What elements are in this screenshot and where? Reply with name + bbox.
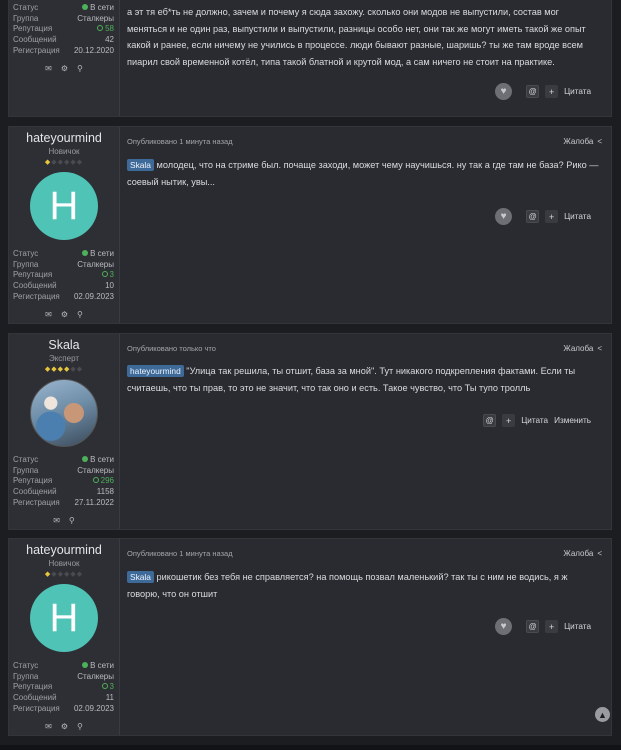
share-icon[interactable]: < [597, 344, 602, 353]
author-name[interactable]: hateyourmind [9, 543, 119, 557]
post-content: Опубликовано 1 минута назад Жалоба < Skal… [121, 539, 611, 735]
heart-icon[interactable]: ♥ [495, 208, 513, 225]
post-text: а эт тя еб*ть не должно, зачем и почему … [127, 7, 586, 67]
forum-post: hateyourmind Новичок ◆◆◆◆◆◆ H Статус В се… [8, 126, 612, 324]
post-content: а эт тя еб*ть не должно, зачем и почему … [121, 0, 611, 116]
author-rank: Эксперт [48, 354, 80, 363]
plus-icon[interactable]: + [545, 210, 559, 223]
gear-icon[interactable]: ⚙ [61, 722, 68, 731]
author-stats: Статус В сети Группа Сталкеры Репутация 3 С… [13, 249, 114, 301]
message-icon[interactable]: ✉ [45, 722, 52, 731]
gear-icon[interactable]: ⚙ [61, 310, 68, 319]
quote-button[interactable]: Цитата [564, 212, 591, 221]
search-icon[interactable]: ⚲ [77, 64, 83, 73]
post-date: Опубликовано только что [127, 344, 216, 353]
forum-post: hateyourmind Новичок ◆◆◆◆◆◆ H Статус В се… [8, 538, 612, 736]
avatar[interactable]: H [30, 172, 98, 240]
post-actions: ♥ @ + Цитата [495, 83, 591, 100]
mention-button[interactable]: @ [526, 210, 540, 223]
message-icon[interactable]: ✉ [45, 64, 52, 73]
edit-button[interactable]: Изменить [554, 416, 591, 425]
share-icon[interactable]: < [597, 549, 602, 558]
mention-tag[interactable]: hateyourmind [127, 365, 184, 377]
message-icon[interactable]: ✉ [45, 310, 52, 319]
reputation-icon [101, 683, 108, 690]
author-panel: Skala Эксперт ◆◆◆◆◆◆ Статус В сети Группа… [9, 334, 120, 529]
reputation-icon [92, 477, 99, 484]
author-rank: Новичок [48, 147, 80, 156]
post-text: hateyourmind "Улица так решила, ты отшит… [127, 365, 576, 393]
author-panel: hateyourmind Новичок ◆◆◆◆◆◆ H Статус В се… [9, 539, 120, 735]
report-button[interactable]: Жалоба < [563, 549, 602, 558]
author-stats: Статус В сети Группа Сталкеры Репутация 296… [13, 455, 114, 507]
post-content: Опубликовано только что Жалоба < hateyour… [121, 334, 611, 529]
post-text: Skala рикошетик без тебя не справляется?… [127, 571, 568, 599]
quote-button[interactable]: Цитата [521, 416, 548, 425]
post-date: Опубликовано 1 минута назад [127, 137, 233, 146]
rank-pips: ◆◆◆◆◆◆ [44, 366, 84, 373]
author-rank: Новичок [48, 559, 80, 568]
post-actions: ♥ @ + Цитата [495, 208, 591, 225]
plus-icon[interactable]: + [545, 85, 559, 98]
reputation-icon [97, 25, 104, 32]
search-icon[interactable]: ⚲ [77, 722, 83, 731]
forum-post: Статус В сети Группа Сталкеры Репутация 58 … [8, 0, 612, 117]
rank-pips: ◆◆◆◆◆◆ [44, 571, 84, 578]
bottom-bar [0, 745, 621, 750]
online-dot-icon [82, 250, 89, 256]
heart-icon[interactable]: ♥ [495, 618, 513, 635]
quote-button[interactable]: Цитата [564, 622, 591, 631]
online-dot-icon [82, 662, 89, 668]
rank-pips: ◆◆◆◆◆◆ [44, 159, 84, 166]
plus-icon[interactable]: + [502, 414, 516, 427]
mention-tag[interactable]: Skala [127, 571, 154, 583]
post-date: Опубликовано 1 минута назад [127, 549, 233, 558]
author-panel: Статус В сети Группа Сталкеры Репутация 58 … [9, 0, 120, 116]
report-button[interactable]: Жалоба < [563, 137, 602, 146]
avatar[interactable] [30, 379, 98, 447]
plus-icon[interactable]: + [545, 620, 559, 633]
mention-button[interactable]: @ [526, 85, 540, 98]
scroll-to-top-icon[interactable]: ▲ [595, 707, 610, 722]
search-icon[interactable]: ⚲ [77, 310, 83, 319]
reputation-icon [101, 271, 108, 278]
message-icon[interactable]: ✉ [53, 516, 60, 525]
avatar[interactable]: H [30, 584, 98, 652]
forum-post: Skala Эксперт ◆◆◆◆◆◆ Статус В сети Группа… [8, 333, 612, 530]
gear-icon[interactable]: ⚙ [61, 64, 68, 73]
share-icon[interactable]: < [597, 137, 602, 146]
post-actions: ♥ @ + Цитата [495, 618, 591, 635]
post-content: Опубликовано 1 минута назад Жалоба < Skal… [121, 127, 611, 323]
author-name[interactable]: hateyourmind [9, 131, 119, 145]
mention-button[interactable]: @ [526, 620, 540, 633]
heart-icon[interactable]: ♥ [495, 83, 513, 100]
mention-tag[interactable]: Skala [127, 159, 154, 171]
author-stats: Статус В сети Группа Сталкеры Репутация 58 … [13, 3, 114, 55]
author-panel: hateyourmind Новичок ◆◆◆◆◆◆ H Статус В се… [9, 127, 120, 323]
author-stats: Статус В сети Группа Сталкеры Репутация 3 С… [13, 661, 114, 713]
search-icon[interactable]: ⚲ [69, 516, 75, 525]
report-button[interactable]: Жалоба < [563, 344, 602, 353]
mention-button[interactable]: @ [483, 414, 497, 427]
post-text: Skala молодец, что на стриме был. почаще… [127, 159, 599, 187]
post-actions: @ + Цитата Изменить [483, 414, 591, 427]
online-dot-icon [82, 456, 89, 462]
author-name[interactable]: Skala [9, 338, 119, 352]
online-dot-icon [82, 4, 89, 10]
quote-button[interactable]: Цитата [564, 87, 591, 96]
